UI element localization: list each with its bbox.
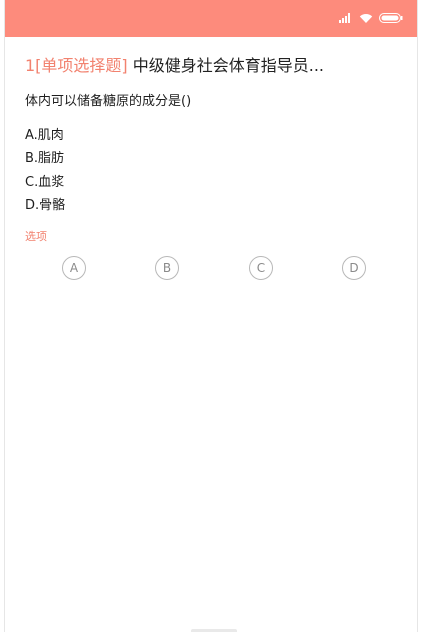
option-item-d: D.骨骼 <box>25 197 66 213</box>
choice-button-d[interactable]: D <box>342 256 366 280</box>
option-item-c: C.血浆 <box>25 174 65 190</box>
choices-label: 选项 <box>25 230 47 243</box>
option-item-b: B.脂肪 <box>25 151 65 167</box>
status-bar <box>5 0 417 37</box>
signal-icon <box>339 13 353 23</box>
wifi-icon <box>359 13 373 23</box>
status-icons <box>339 13 403 23</box>
choice-button-a[interactable]: A <box>62 256 86 280</box>
options-list: A.肌肉 B.脂肪 C.血浆 D.骨骼 <box>25 124 65 217</box>
question-number-type: 1[单项选择题] <box>25 56 128 75</box>
question-header: 1[单项选择题] 中级健身社会体育指导员... <box>25 55 401 77</box>
app-screen: 1[单项选择题] 中级健身社会体育指导员... 体内可以储备糖原的成分是() A… <box>4 0 418 632</box>
option-item-a: A.肌肉 <box>25 128 64 143</box>
choices-row: A B C D <box>5 256 417 282</box>
battery-icon <box>379 13 403 23</box>
choice-button-c[interactable]: C <box>249 256 273 280</box>
choice-button-b[interactable]: B <box>155 256 179 280</box>
question-text: 体内可以储备糖原的成分是() <box>25 94 192 109</box>
question-title: 中级健身社会体育指导员... <box>127 56 325 75</box>
